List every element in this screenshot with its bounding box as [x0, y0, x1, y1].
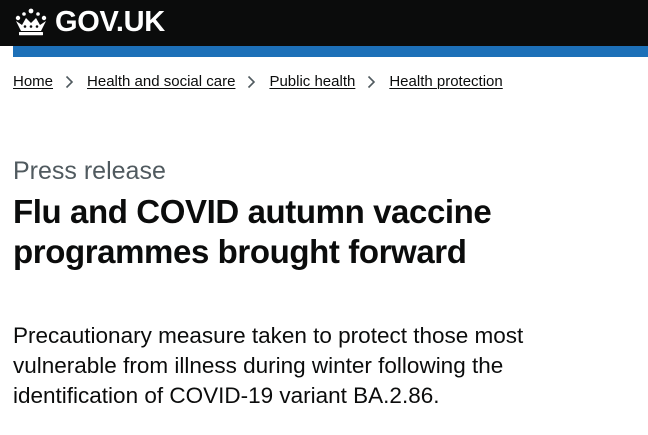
chevron-right-icon	[368, 75, 376, 89]
chevron-right-icon	[248, 75, 256, 89]
govuk-logo-text: GOV.UK	[55, 6, 165, 38]
breadcrumb: Home Health and social care Public healt…	[13, 72, 503, 92]
breadcrumb-home[interactable]: Home	[13, 72, 53, 92]
page-title: Flu and COVID autumn vaccine programmes …	[13, 193, 492, 270]
page-caption: Press release	[13, 157, 166, 185]
breadcrumb-health-protection[interactable]: Health protection	[389, 72, 502, 92]
breadcrumb-health-and-social-care[interactable]: Health and social care	[87, 72, 235, 92]
site-header: GOV.UK	[0, 0, 648, 46]
lead-paragraph: Precautionary measure taken to protect t…	[13, 323, 524, 408]
breadcrumb-public-health[interactable]: Public health	[269, 72, 355, 92]
brand-colour-bar	[13, 46, 648, 57]
chevron-right-icon	[65, 75, 74, 89]
crown-icon	[15, 8, 47, 36]
govuk-home-link[interactable]: GOV.UK	[13, 5, 165, 39]
